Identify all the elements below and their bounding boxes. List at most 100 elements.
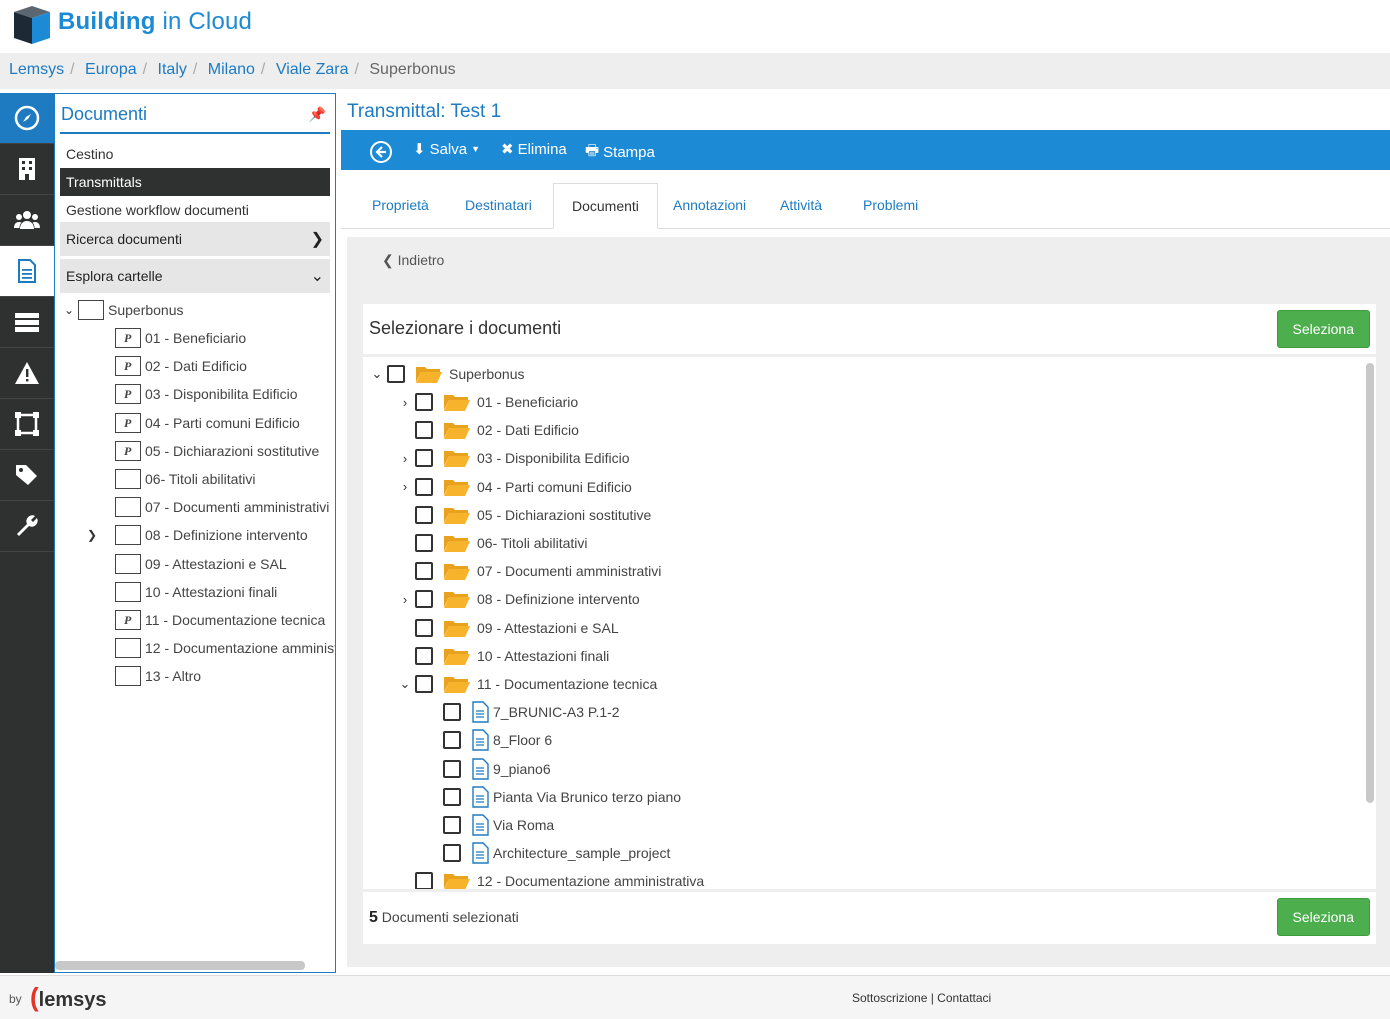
nav-tools[interactable] — [0, 501, 54, 552]
chevron-down-icon[interactable]: ⌄ — [60, 303, 78, 317]
tab-destinatari[interactable]: Destinatari — [447, 183, 550, 229]
tree-row-file[interactable]: 7_BRUNIC-A3 P.1-2 — [443, 699, 620, 725]
tree-folder[interactable]: ❯ 08 - Definizione intervento — [87, 522, 308, 548]
tab-annotazioni[interactable]: Annotazioni — [655, 183, 764, 229]
select-button-top[interactable]: Seleziona — [1276, 310, 1370, 348]
tree-folder[interactable]: P 03 - Disponibilita Edificio — [88, 381, 298, 407]
indietro-link[interactable]: ❮ Indietro — [382, 252, 444, 269]
checkbox[interactable] — [443, 816, 461, 834]
back-button[interactable] — [369, 140, 393, 164]
breadcrumb-item[interactable]: Italy — [158, 61, 187, 78]
checkbox[interactable] — [415, 534, 433, 552]
checkbox[interactable] — [443, 759, 461, 778]
checkbox[interactable] — [415, 646, 433, 665]
chevron-right-icon[interactable]: ❯ — [83, 528, 101, 542]
checkbox[interactable] — [415, 393, 433, 411]
breadcrumb-item[interactable]: Europa — [85, 61, 137, 78]
tree-row-folder[interactable]: 10 - Attestazioni finali — [395, 643, 609, 669]
sidebar-item-transmittals[interactable]: Transmittals — [60, 168, 330, 196]
checkbox[interactable] — [443, 703, 461, 722]
tree-folder[interactable]: 12 - Documentazione amministr — [88, 635, 335, 661]
tree-row-folder[interactable]: 02 - Dati Edificio — [395, 417, 579, 443]
checkbox[interactable] — [443, 787, 461, 806]
vertical-scrollbar[interactable] — [1366, 363, 1374, 803]
tab-attivita[interactable]: Attività — [762, 183, 840, 229]
chevron-right-icon[interactable]: › — [395, 451, 415, 466]
checkbox[interactable] — [415, 421, 433, 440]
building-logo-icon[interactable] — [10, 4, 54, 46]
delete-button[interactable]: ✖ Elimina — [501, 140, 567, 159]
tree-row-folder[interactable]: ⌄ 11 - Documentazione tecnica — [395, 671, 657, 697]
print-button[interactable]: 🖶 Stampa — [585, 140, 655, 165]
contacts-link[interactable]: Contattaci — [937, 991, 991, 1005]
tree-row-folder[interactable]: › 01 - Beneficiario — [395, 389, 578, 415]
tree-folder[interactable]: P 01 - Beneficiario — [88, 325, 246, 351]
pin-icon[interactable]: 📌 — [309, 106, 326, 123]
nav-users[interactable] — [0, 195, 54, 246]
nav-documents[interactable] — [0, 246, 54, 297]
brand-name[interactable]: Building in Cloud — [58, 8, 252, 36]
nav-server[interactable] — [0, 297, 54, 348]
lemsys-logo[interactable]: (lemsys — [30, 982, 107, 1013]
select-button-bottom[interactable]: Seleziona — [1276, 898, 1370, 936]
chevron-right-icon[interactable]: › — [395, 395, 415, 410]
tree-root[interactable]: ⌄ Superbonus — [60, 297, 184, 323]
tree-row-folder[interactable]: 06- Titoli abilitativi — [395, 530, 588, 556]
checkbox[interactable] — [415, 505, 433, 524]
checkbox[interactable] — [387, 365, 405, 383]
checkbox[interactable] — [415, 675, 433, 693]
save-button[interactable]: ⬇ Salva ▼ — [413, 140, 480, 159]
breadcrumb-item[interactable]: Lemsys — [9, 61, 64, 78]
sidebar-item-cestino[interactable]: Cestino — [60, 140, 330, 168]
tree-folder[interactable]: P 11 - Documentazione tecnica — [88, 607, 325, 633]
tree-row-root[interactable]: ⌄ Superbonus — [367, 361, 525, 387]
tree-folder[interactable]: 06- Titoli abilitativi — [88, 466, 256, 492]
section-ricerca-documenti[interactable]: Ricerca documenti ❯ — [60, 222, 330, 256]
horizontal-scrollbar[interactable] — [55, 961, 305, 970]
chevron-down-icon[interactable]: ⌄ — [367, 366, 387, 382]
breadcrumb-item[interactable]: Milano — [208, 61, 255, 78]
tab-problemi[interactable]: Problemi — [845, 183, 936, 229]
tab-documenti[interactable]: Documenti — [553, 183, 658, 229]
checkbox[interactable] — [415, 477, 433, 496]
checkbox[interactable] — [415, 618, 433, 637]
checkbox[interactable] — [443, 731, 461, 750]
nav-building[interactable] — [0, 144, 54, 195]
tree-folder[interactable]: P 04 - Parti comuni Edificio — [88, 410, 300, 436]
tree-row-folder[interactable]: 05 - Dichiarazioni sostitutive — [395, 502, 651, 528]
section-esplora-cartelle[interactable]: Esplora cartelle ⌄ — [60, 259, 330, 293]
tree-folder[interactable]: 10 - Attestazioni finali — [88, 579, 277, 605]
checkbox[interactable] — [415, 872, 433, 889]
tree-folder[interactable]: P 05 - Dichiarazioni sostitutive — [88, 438, 319, 464]
tree-row-file[interactable]: 8_Floor 6 — [443, 727, 552, 753]
tree-row-file[interactable]: Pianta Via Brunico terzo piano — [443, 784, 681, 810]
tree-folder[interactable]: 09 - Attestazioni e SAL — [88, 551, 287, 577]
tree-row-folder[interactable]: 12 - Documentazione amministrativa — [415, 868, 704, 889]
chevron-down-icon[interactable]: ⌄ — [395, 676, 415, 692]
nav-warnings[interactable] — [0, 348, 54, 399]
sidebar-item-workflow[interactable]: Gestione workflow documenti — [60, 196, 330, 224]
checkbox[interactable] — [415, 590, 433, 609]
tree-row-file[interactable]: 9_piano6 — [443, 756, 551, 782]
tree-folder[interactable]: 13 - Altro — [88, 663, 201, 689]
tree-row-file[interactable]: Via Roma — [443, 812, 554, 838]
nav-compass[interactable] — [0, 93, 54, 144]
checkbox[interactable] — [415, 449, 433, 468]
tree-row-file[interactable]: Architecture_sample_project — [443, 840, 670, 866]
tree-folder[interactable]: 07 - Documenti amministrativi — [88, 494, 329, 520]
tree-row-folder[interactable]: 09 - Attestazioni e SAL — [395, 615, 619, 641]
nav-plan[interactable] — [0, 399, 54, 450]
chevron-right-icon[interactable]: › — [395, 592, 415, 607]
tree-row-folder[interactable]: › 04 - Parti comuni Edificio — [395, 474, 632, 500]
tree-row-folder[interactable]: › 08 - Definizione intervento — [395, 586, 640, 612]
subscription-link[interactable]: Sottoscrizione — [852, 991, 927, 1005]
checkbox[interactable] — [443, 844, 461, 863]
tree-folder[interactable]: P 02 - Dati Edificio — [88, 353, 247, 379]
checkbox[interactable] — [415, 562, 433, 581]
breadcrumb-item[interactable]: Viale Zara — [276, 61, 349, 78]
tab-proprieta[interactable]: Proprietà — [354, 183, 447, 229]
chevron-right-icon[interactable]: › — [395, 479, 415, 494]
tree-row-folder[interactable]: 07 - Documenti amministrativi — [395, 558, 661, 584]
nav-tags[interactable] — [0, 450, 54, 501]
tree-row-folder[interactable]: › 03 - Disponibilita Edificio — [395, 445, 630, 471]
